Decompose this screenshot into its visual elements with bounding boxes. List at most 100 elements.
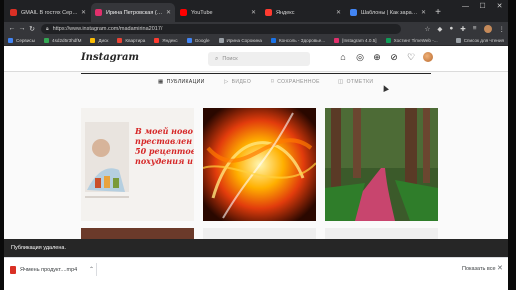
post-thumbnail-promo[interactable]: В моей ново преставлен 50 рецептов похуд… <box>81 108 194 221</box>
browser-toolbar: ← → ↻ 🔒︎ https://www.instagram.com/madam… <box>4 22 508 35</box>
tab-title: Шаблоны | Как заработ <box>361 9 418 16</box>
close-tab-icon[interactable]: ✕ <box>251 9 256 16</box>
bookmark-label: Консоль - Здоровье... <box>279 37 326 43</box>
bookmark-item[interactable]: Сервисы <box>8 37 36 43</box>
tab-saved[interactable]: ⌑ СОХРАНЕННОЕ <box>271 79 320 85</box>
tab-label: ВИДЕО <box>231 79 252 85</box>
toolbar-actions: ☆ ◆ ● ✚ ≡ ⋮ <box>417 24 506 33</box>
tab-yandex[interactable]: Яндекс ✕ <box>261 3 345 22</box>
promo-line: преставлен <box>135 136 193 146</box>
tab-publications[interactable]: ▦ ПУБЛИКАЦИИ <box>158 79 205 85</box>
promo-line: В моей ново <box>135 126 193 136</box>
bookmark-item[interactable]: Яндекс <box>154 37 178 43</box>
bookmark-label: Яндекс <box>162 37 178 43</box>
bookmark-item[interactable]: Ирина Сорокина <box>218 37 262 43</box>
promo-caption: В моей ново преставлен 50 рецептов похуд… <box>135 126 194 166</box>
post-thumbnail-forest[interactable] <box>325 108 438 221</box>
tab-title: YouTube <box>191 9 213 16</box>
download-filename: Ячмень продукт....mp4 <box>20 266 78 273</box>
tab-strip: GMAIL В гостях Сергей Sor ✕ Ирина Петров… <box>4 0 508 22</box>
reading-list-icon[interactable]: ≡ <box>473 25 477 32</box>
address-bar[interactable]: 🔒︎ https://www.instagram.com/madamirina2… <box>41 23 401 34</box>
search-input[interactable]: ⌕ Поиск <box>208 52 310 66</box>
bookmarks-bar: Сервисы 4sd2d5r3hdfM Диск Квартира Яндек… <box>4 35 508 46</box>
search-icon: ⌕ <box>215 55 219 62</box>
reading-list-icon <box>455 37 461 43</box>
reading-list-button[interactable]: Список для чтения <box>455 37 504 43</box>
bookmark-item[interactable]: [Instagram 4.0.5] <box>334 37 377 43</box>
close-tab-icon[interactable]: ✕ <box>81 9 86 16</box>
puzzle-icon[interactable]: ✚ <box>460 25 465 33</box>
close-tab-icon[interactable]: ✕ <box>166 9 171 16</box>
new-tab-button[interactable]: + <box>431 3 445 22</box>
bookmark-icon <box>271 37 276 43</box>
bookmark-item[interactable]: Хостинг TimeWeb -... <box>385 37 438 43</box>
instagram-page: Instagram ⌕ Поиск ⌂ ◎ ⊕ ⊘ ♡ ▦ ПУБЛИКАЦИИ… <box>4 46 508 257</box>
close-window-button[interactable]: ✕ <box>491 0 508 14</box>
disk-icon <box>90 37 96 43</box>
bookmark-label: Сервисы <box>16 37 36 43</box>
profile-avatar[interactable] <box>423 52 433 62</box>
bookmark-label: Квартира <box>125 37 146 43</box>
menu-icon[interactable]: ⋮ <box>499 25 506 33</box>
messenger-icon[interactable]: ◎ <box>355 52 365 62</box>
profile-avatar[interactable] <box>483 24 492 33</box>
tab-label: СОХРАНЕННОЕ <box>277 79 320 85</box>
google-icon <box>186 37 192 43</box>
tab-tagged[interactable]: ◫ ОТМЕТКИ <box>338 79 373 85</box>
yandex-icon <box>154 37 160 43</box>
bookmark-icon <box>385 37 391 43</box>
search-placeholder: Поиск <box>222 56 238 62</box>
tag-icon: ◫ <box>338 79 344 85</box>
bookmark-label: Диск <box>98 37 109 43</box>
tab-youtube[interactable]: YouTube ✕ <box>176 3 260 22</box>
new-post-icon[interactable]: ⊕ <box>372 52 382 62</box>
show-all-button[interactable]: Показать все <box>462 266 496 272</box>
tab-instagram[interactable]: Ирина Петровская (@mad ✕ <box>91 3 175 22</box>
bookmark-icon <box>218 37 224 43</box>
bookmark-item[interactable]: Диск <box>90 37 109 43</box>
toast-notification: Публикация удалена. <box>4 239 508 257</box>
bookmark-item[interactable]: Квартира <box>117 37 146 43</box>
minimize-button[interactable]: — <box>457 0 474 14</box>
fractal-image <box>203 108 316 221</box>
forward-icon[interactable]: → <box>17 25 27 32</box>
extension-icon[interactable]: ● <box>449 25 453 32</box>
promo-line: 50 рецептов <box>135 146 194 156</box>
heart-icon[interactable]: ♡ <box>406 52 416 62</box>
lock-icon: 🔒︎ <box>46 25 49 32</box>
site-favicon-icon <box>350 9 357 16</box>
browser-window: GMAIL В гостях Сергей Sor ✕ Ирина Петров… <box>4 0 508 290</box>
profile-tabs: ▦ ПУБЛИКАЦИИ ▷ ВИДЕО ⌑ СОХРАНЕННОЕ ◫ ОТМ… <box>81 73 431 89</box>
tab-title: Яндекс <box>276 9 295 16</box>
toast-message: Публикация удалена. <box>11 245 66 251</box>
instagram-favicon-icon <box>95 9 102 16</box>
back-icon[interactable]: ← <box>7 25 17 32</box>
chevron-up-icon[interactable]: ⌃ <box>89 266 94 273</box>
bookmark-icon <box>334 37 340 43</box>
extension-icon[interactable]: ◆ <box>437 25 442 33</box>
window-controls: — ☐ ✕ <box>457 0 508 14</box>
bookmark-star-icon[interactable]: ☆ <box>424 25 430 33</box>
ig-header: Instagram ⌕ Поиск ⌂ ◎ ⊕ ⊘ ♡ <box>4 46 508 72</box>
tab-templates[interactable]: Шаблоны | Как заработ ✕ <box>346 3 430 22</box>
reload-icon[interactable]: ↻ <box>27 25 37 33</box>
close-download-bar-button[interactable]: ✕ <box>497 264 503 272</box>
explore-icon[interactable]: ⊘ <box>389 52 399 62</box>
bookmark-item[interactable]: 4sd2d5r3hdfM <box>44 37 82 43</box>
bookmark-item[interactable]: Консоль - Здоровье... <box>271 37 326 43</box>
post-thumbnail-fractal[interactable] <box>203 108 316 221</box>
bookmark-label: 4sd2d5r3hdfM <box>52 37 82 43</box>
tab-gmail[interactable]: GMAIL В гостях Сергей Sor ✕ <box>6 3 90 22</box>
tab-video[interactable]: ▷ ВИДЕО <box>224 79 251 85</box>
close-tab-icon[interactable]: ✕ <box>421 9 426 16</box>
close-tab-icon[interactable]: ✕ <box>336 9 341 16</box>
home-icon[interactable]: ⌂ <box>338 52 348 62</box>
bookmark-item[interactable]: Google <box>186 37 210 43</box>
instagram-logo[interactable]: Instagram <box>81 52 139 63</box>
forest-image <box>325 108 438 221</box>
maximize-button[interactable]: ☐ <box>474 0 491 14</box>
divider <box>96 263 97 276</box>
bookmark-label: [Instagram 4.0.5] <box>342 37 377 43</box>
download-item[interactable]: Ячмень продукт....mp4 ⌃ <box>10 263 94 276</box>
